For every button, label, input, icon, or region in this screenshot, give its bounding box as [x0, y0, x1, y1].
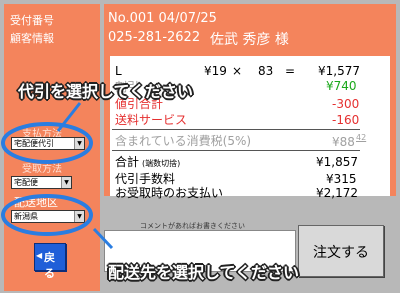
payment-highlight-ring [1, 122, 93, 164]
select-cod-callout: 代引を選択してください [18, 82, 194, 101]
highlight-overlay [1, 102, 114, 250]
region-highlight-ring [1, 194, 93, 236]
callout-line [92, 227, 114, 250]
select-destination-callout: 配送先を選択してください [108, 263, 300, 282]
